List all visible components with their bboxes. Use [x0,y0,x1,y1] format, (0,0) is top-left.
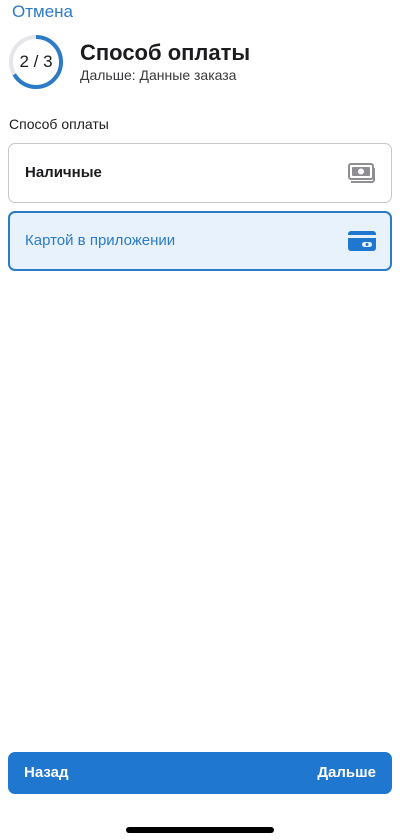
next-button[interactable]: Дальше [317,752,376,794]
step-counter: 2 / 3 [19,52,53,71]
back-button[interactable]: Назад [24,752,68,794]
step-progress-ring: 2 / 3 [8,34,64,90]
page-title: Способ оплаты [80,40,251,65]
credit-card-icon [347,226,377,256]
payment-step-screen: Отмена 2 / 3 Способ оплаты Дальше: Данны… [0,0,400,840]
cancel-button[interactable]: Отмена [12,2,73,22]
footer-navigation-bar: Назад Дальше [8,752,392,794]
next-step-hint: Дальше: Данные заказа [80,67,237,83]
cash-icon [347,158,377,188]
payment-option-card[interactable]: Картой в приложении [8,211,392,271]
payment-option-label: Наличные [25,164,102,181]
payment-option-cash[interactable]: Наличные [8,143,392,203]
payment-section-label: Способ оплаты [9,116,109,132]
step-header: 2 / 3 Способ оплаты Дальше: Данные заказ… [8,34,392,90]
payment-option-label: Картой в приложении [25,232,176,249]
home-indicator [126,827,274,833]
